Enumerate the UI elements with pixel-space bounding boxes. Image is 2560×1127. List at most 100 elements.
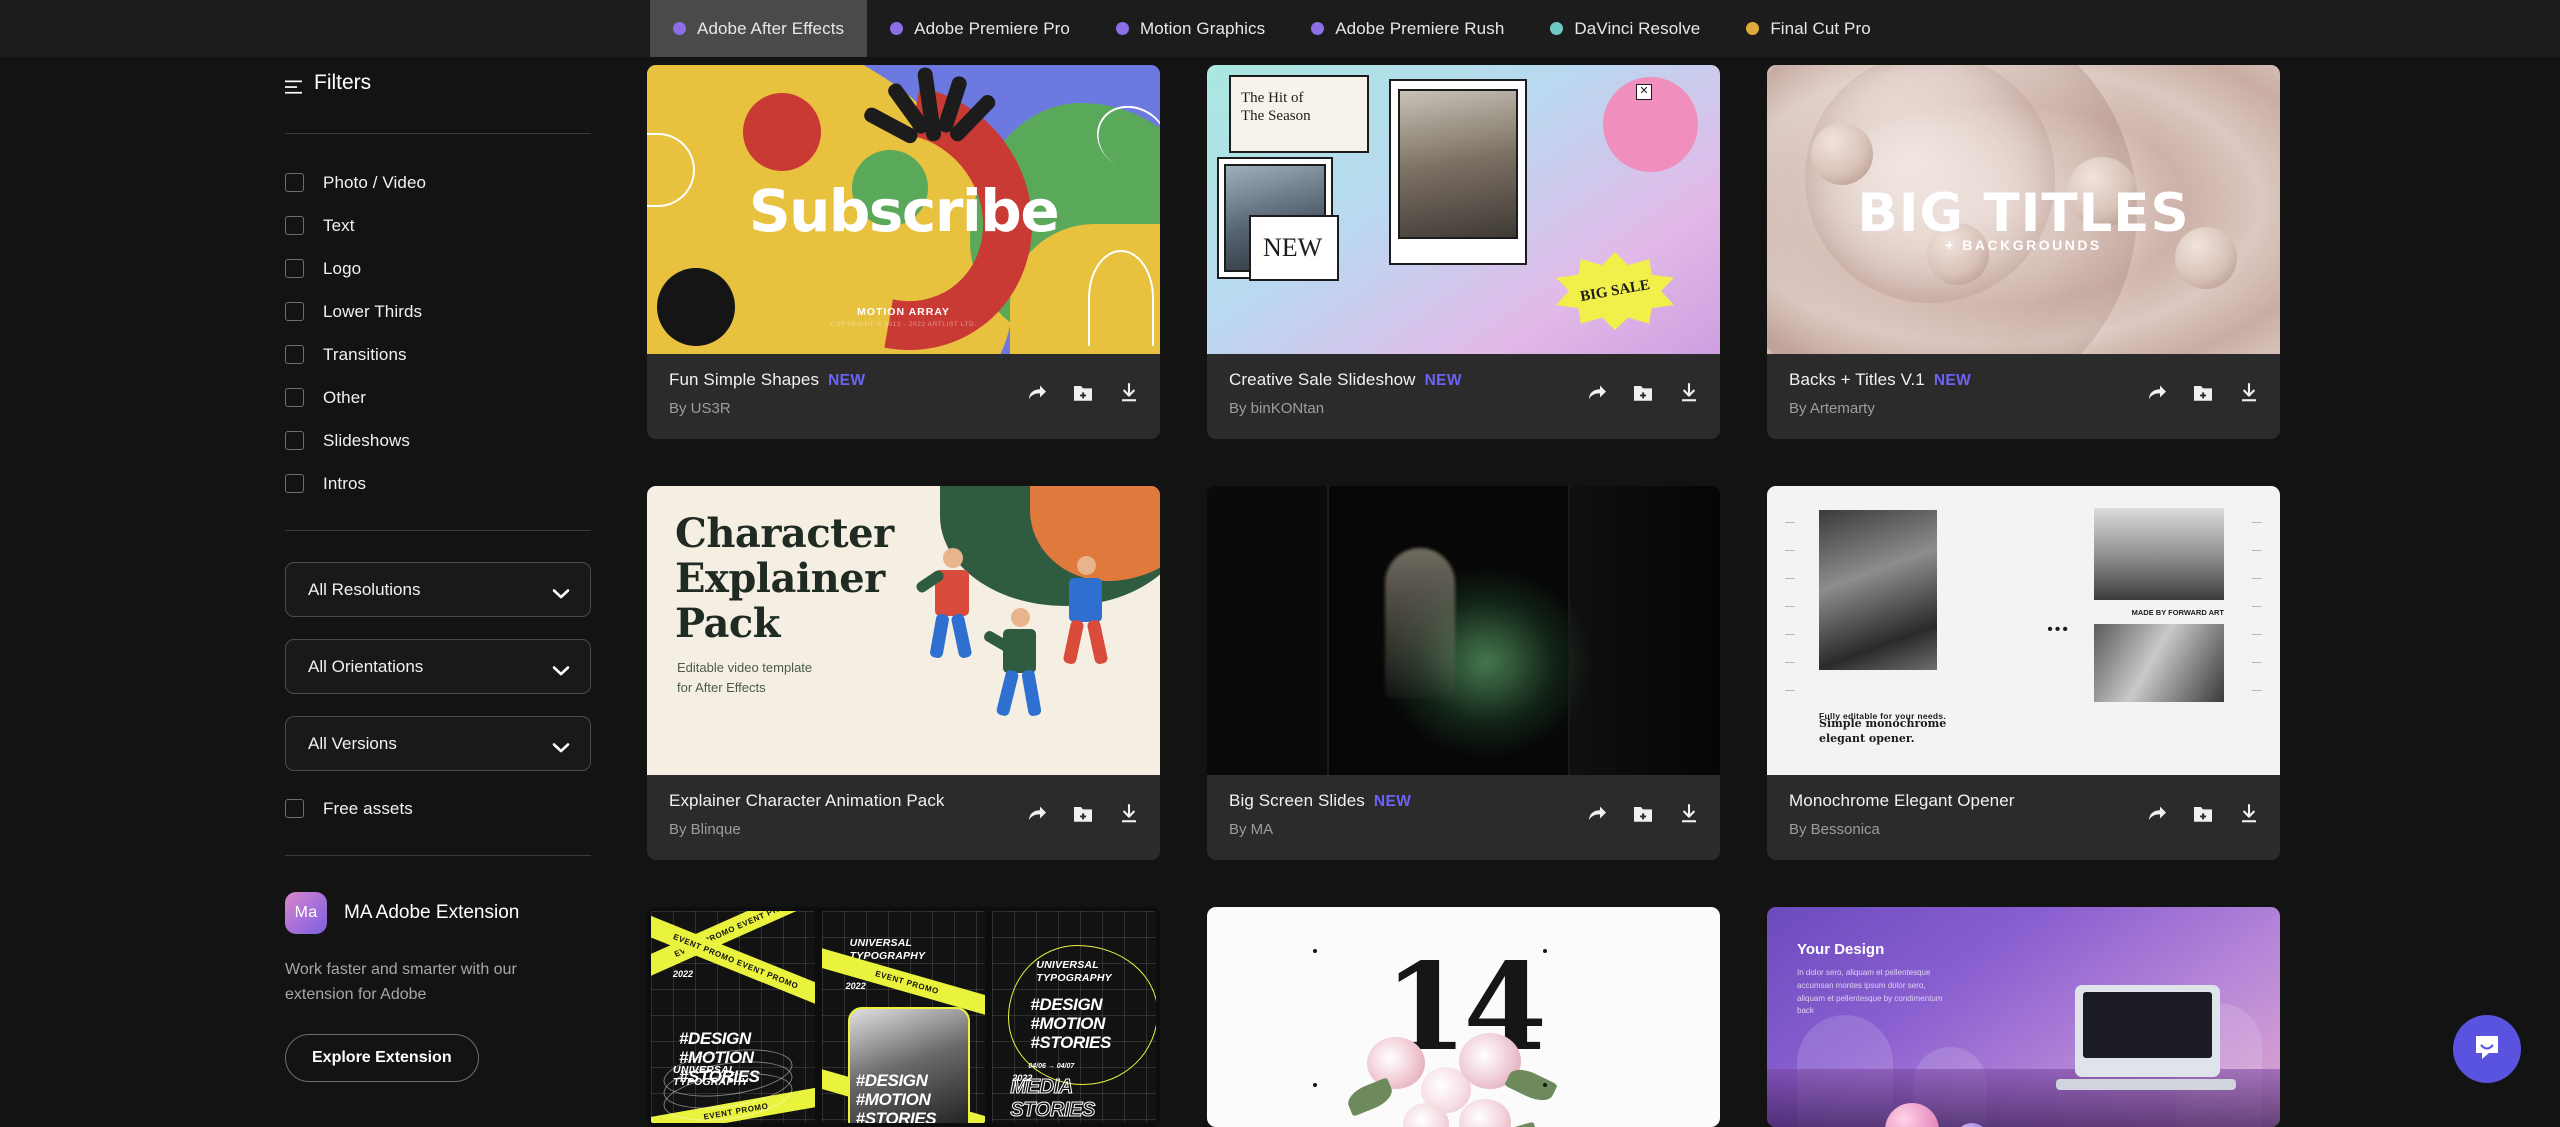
asset-grid-row: Character Explainer Pack Editable video te…: [646, 486, 2560, 860]
asset-card-actions: [2146, 370, 2260, 404]
filters-title: Filters: [314, 71, 372, 94]
asset-author[interactable]: By US3R: [669, 400, 865, 417]
filter-checkbox[interactable]: [285, 388, 304, 407]
free-assets-checkbox[interactable]: [285, 799, 304, 818]
asset-title[interactable]: Backs + Titles V.1 NEW: [1789, 370, 1971, 390]
asset-title[interactable]: Creative Sale Slideshow NEW: [1229, 370, 1462, 390]
add-to-folder-icon[interactable]: [2192, 382, 2214, 404]
thumb-headline: Character Explainer Pack: [675, 510, 894, 647]
asset-author[interactable]: By MA: [1229, 821, 1411, 838]
filter-photo-video[interactable]: Photo / Video: [285, 167, 640, 198]
sidebar-divider-mid: [285, 530, 591, 531]
filter-text[interactable]: Text: [285, 210, 640, 241]
filter-slideshows[interactable]: Slideshows: [285, 425, 640, 456]
filter-intros[interactable]: Intros: [285, 468, 640, 499]
asset-title[interactable]: Explainer Character Animation Pack: [669, 791, 945, 811]
top-category-bar: Adobe After Effects Adobe Premiere Pro Mot…: [0, 0, 2560, 57]
asset-author[interactable]: By binKONtan: [1229, 400, 1462, 417]
sidebar-divider-top: [285, 133, 591, 134]
download-icon[interactable]: [1118, 803, 1140, 825]
dropdown-value: All Versions: [308, 733, 397, 753]
asset-card[interactable]: Character Explainer Pack Editable video te…: [647, 486, 1160, 860]
filter-checkbox[interactable]: [285, 259, 304, 278]
download-icon[interactable]: [2238, 382, 2260, 404]
asset-grid: Subscribe MOTION ARRAY COPYRIGHT © 2012 -…: [640, 57, 2560, 1127]
filter-checkbox[interactable]: [285, 474, 304, 493]
add-to-folder-icon[interactable]: [1072, 803, 1094, 825]
filter-checkbox[interactable]: [285, 302, 304, 321]
filter-checkbox[interactable]: [285, 216, 304, 235]
category-tab-adobe-premiere-pro[interactable]: Adobe Premiere Pro: [867, 0, 1093, 57]
dropdown-all-orientations[interactable]: All Orientations: [285, 639, 591, 694]
asset-thumbnail-monochrome-opener[interactable]: Fully editable for your needs. Simple mo…: [1767, 486, 2280, 775]
share-icon[interactable]: [1586, 382, 1608, 404]
filter-checkbox[interactable]: [285, 173, 304, 192]
asset-card[interactable]: EVENT PROMO EVENT PROMO EVENT PROMO EVEN…: [647, 907, 1160, 1127]
filter-logo[interactable]: Logo: [285, 253, 640, 284]
share-icon[interactable]: [2146, 382, 2168, 404]
category-tab-davinci-resolve[interactable]: DaVinci Resolve: [1527, 0, 1723, 57]
asset-thumbnail-your-design-purple[interactable]: Your Design In dolor sero, aliquam et pe…: [1767, 907, 2280, 1127]
add-to-folder-icon[interactable]: [2192, 803, 2214, 825]
category-tab-motion-graphics[interactable]: Motion Graphics: [1093, 0, 1288, 57]
asset-card[interactable]: Fully editable for your needs. Simple mo…: [1767, 486, 2280, 860]
share-icon[interactable]: [1586, 803, 1608, 825]
share-icon[interactable]: [1026, 382, 1048, 404]
asset-author[interactable]: By Bessonica: [1789, 821, 2015, 838]
explore-extension-button[interactable]: Explore Extension: [285, 1033, 479, 1082]
asset-thumbnail-creative-sale-collage[interactable]: The Hit of The Season ✕ NEW BIG SALE: [1207, 65, 1720, 354]
filter-checkbox[interactable]: [285, 345, 304, 364]
tab-color-dot-icon: [673, 22, 686, 35]
asset-card-footer: Fun Simple Shapes NEW By US3R: [647, 354, 1160, 439]
asset-title[interactable]: Big Screen Slides NEW: [1229, 791, 1411, 811]
download-icon[interactable]: [1678, 803, 1700, 825]
filter-checkbox-label: Other: [323, 387, 367, 407]
category-tab-adobe-after-effects[interactable]: Adobe After Effects: [650, 0, 868, 57]
asset-card[interactable]: BIG TITLES + BACKGROUNDS Backs + Titles V…: [1767, 65, 2280, 439]
category-tab-label: DaVinci Resolve: [1574, 18, 1701, 38]
asset-card[interactable]: Your Design In dolor sero, aliquam et pe…: [1767, 907, 2280, 1127]
category-tab-adobe-premiere-rush[interactable]: Adobe Premiere Rush: [1288, 0, 1527, 57]
dropdown-all-resolutions[interactable]: All Resolutions: [285, 562, 591, 617]
asset-title[interactable]: Fun Simple Shapes NEW: [669, 370, 865, 390]
filter-transitions[interactable]: Transitions: [285, 339, 640, 370]
download-icon[interactable]: [1118, 382, 1140, 404]
filter-lower-thirds[interactable]: Lower Thirds: [285, 296, 640, 327]
asset-thumbnail-character-explainer[interactable]: Character Explainer Pack Editable video te…: [647, 486, 1160, 775]
add-to-folder-icon[interactable]: [1632, 382, 1654, 404]
asset-card-text: Creative Sale Slideshow NEW By binKONtan: [1229, 370, 1462, 417]
add-to-folder-icon[interactable]: [1632, 803, 1654, 825]
filter-free-assets[interactable]: Free assets: [285, 793, 640, 824]
download-icon[interactable]: [1678, 382, 1700, 404]
tab-color-dot-icon: [890, 22, 904, 35]
filter-checkbox[interactable]: [285, 431, 304, 450]
asset-title[interactable]: Monochrome Elegant Opener: [1789, 791, 2015, 811]
download-icon[interactable]: [2238, 803, 2260, 825]
asset-thumbnail-big-titles-3d[interactable]: BIG TITLES + BACKGROUNDS: [1767, 65, 2280, 354]
asset-card[interactable]: Subscribe MOTION ARRAY COPYRIGHT © 2012 -…: [647, 65, 1160, 439]
thumb-subhead: Editable video template for After Effects: [677, 660, 813, 695]
share-icon[interactable]: [1026, 803, 1048, 825]
asset-author[interactable]: By Blinque: [669, 821, 945, 838]
asset-card[interactable]: The Hit of The Season ✕ NEW BIG SALE Creat…: [1207, 65, 1720, 439]
asset-card[interactable]: 14: [1207, 907, 1720, 1127]
asset-thumbnail-floral-fourteen[interactable]: 14: [1207, 907, 1720, 1127]
thumb-subhead: + BACKGROUNDS: [1945, 237, 2102, 253]
category-tab-final-cut-pro[interactable]: Final Cut Pro: [1723, 0, 1894, 57]
filter-other[interactable]: Other: [285, 382, 640, 413]
tab-color-dot-icon: [1115, 22, 1129, 35]
asset-author[interactable]: By Artemarty: [1789, 400, 1971, 417]
share-icon[interactable]: [2146, 803, 2168, 825]
asset-thumbnail-subscribe-shapes[interactable]: Subscribe MOTION ARRAY COPYRIGHT © 2012 -…: [647, 65, 1160, 354]
asset-thumbnail-typography-stories[interactable]: EVENT PROMO EVENT PROMO EVENT PROMO EVEN…: [647, 907, 1160, 1127]
asset-thumbnail-big-screen-dark[interactable]: [1207, 486, 1720, 775]
asset-card[interactable]: Big Screen Slides NEW By MA: [1207, 486, 1720, 860]
chat-launcher-button[interactable]: [2453, 1015, 2521, 1083]
add-to-folder-icon[interactable]: [1072, 382, 1094, 404]
chevron-down-icon: [552, 584, 570, 598]
asset-card-footer: Explainer Character Animation Pack By Bli…: [647, 775, 1160, 860]
dropdown-all-versions[interactable]: All Versions: [285, 716, 591, 771]
new-badge: NEW: [1424, 372, 1462, 389]
chat-bubble-icon: [2471, 1031, 2503, 1068]
asset-card-text: Monochrome Elegant Opener By Bessonica: [1789, 791, 2015, 838]
